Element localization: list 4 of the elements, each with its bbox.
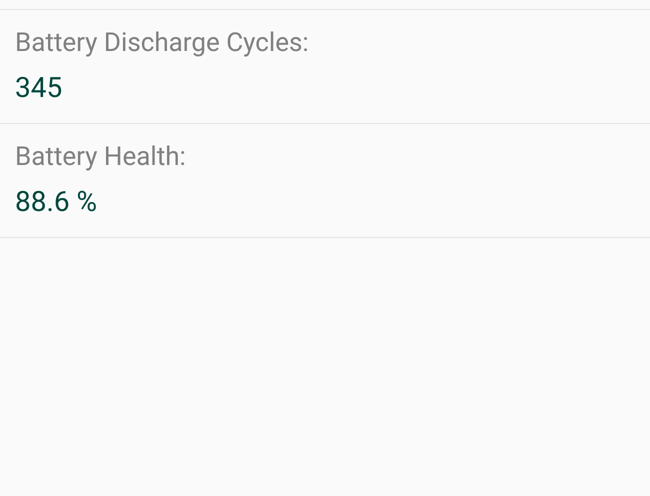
setting-value: 88.6 % xyxy=(15,184,98,220)
setting-value: 345 xyxy=(15,70,62,106)
setting-label: Battery Health: xyxy=(15,141,186,174)
setting-label: Battery Discharge Cycles: xyxy=(15,27,309,60)
